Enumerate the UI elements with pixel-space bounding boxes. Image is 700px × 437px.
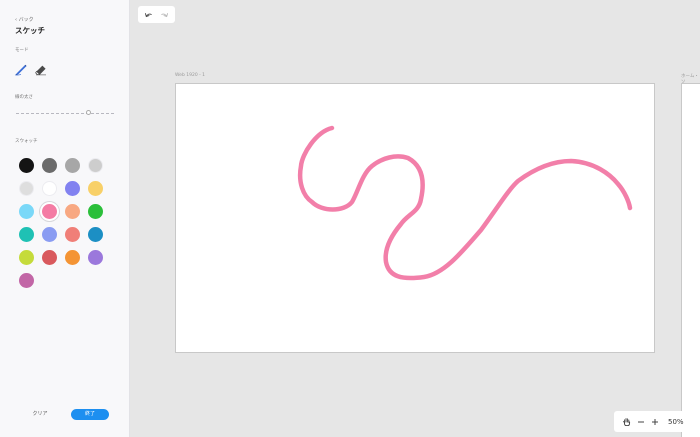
sketch-stroke — [297, 125, 633, 281]
color-swatch[interactable] — [88, 227, 103, 242]
artboard[interactable] — [175, 83, 655, 353]
color-swatch[interactable] — [19, 250, 34, 265]
color-swatch[interactable] — [88, 204, 103, 219]
eraser-icon — [35, 65, 46, 76]
panel-title: スケッチ — [15, 26, 45, 35]
color-swatch[interactable] — [42, 204, 57, 219]
color-swatch[interactable] — [65, 204, 80, 219]
color-swatch[interactable] — [42, 227, 57, 242]
color-swatch[interactable] — [65, 250, 80, 265]
color-swatch[interactable] — [42, 158, 57, 173]
stroke-width-slider[interactable] — [16, 113, 114, 115]
back-link[interactable]: ‹ バック — [15, 16, 34, 23]
mode-label: モード — [15, 48, 29, 53]
hand-icon — [622, 417, 631, 426]
sketch-app: ‹ バック スケッチ モード 線の太さ スウォッチ クリア 終了 Web 192… — [0, 0, 700, 437]
swatch-label: スウォッチ — [15, 139, 38, 144]
undo-button[interactable] — [144, 10, 154, 20]
color-swatch[interactable] — [19, 204, 34, 219]
zoom-level[interactable]: 50% — [668, 418, 684, 426]
minus-icon — [638, 421, 644, 422]
eraser-mode-button[interactable] — [34, 62, 48, 76]
undo-icon — [144, 12, 152, 17]
color-swatch[interactable] — [42, 250, 57, 265]
redo-icon — [161, 12, 169, 17]
color-swatch[interactable] — [42, 181, 57, 196]
pen-icon — [14, 64, 27, 76]
sketch-stroke-layer — [297, 125, 633, 281]
plus-icon — [652, 418, 658, 425]
pan-button[interactable] — [620, 415, 634, 429]
history-toolbar — [138, 6, 175, 23]
zoom-toolbar: 50% — [614, 411, 694, 432]
done-button[interactable]: 終了 — [71, 409, 109, 420]
zoom-out-button[interactable] — [634, 415, 648, 429]
color-swatch[interactable] — [88, 158, 103, 173]
redo-button[interactable] — [159, 10, 169, 20]
clear-button[interactable]: クリア — [26, 409, 54, 420]
color-swatch[interactable] — [88, 250, 103, 265]
color-swatch[interactable] — [19, 227, 34, 242]
stroke-width-label: 線の太さ — [15, 95, 33, 100]
pen-mode-button[interactable] — [14, 62, 28, 76]
sketch-sidebar: ‹ バック スケッチ モード 線の太さ スウォッチ クリア 終了 — [0, 0, 130, 437]
color-swatch[interactable] — [65, 158, 80, 173]
color-swatch[interactable] — [19, 273, 34, 288]
artboard-label: Web 1920 - 1 — [175, 73, 206, 78]
artboard-2[interactable] — [681, 83, 700, 437]
color-swatch[interactable] — [19, 158, 34, 173]
color-swatch[interactable] — [65, 227, 80, 242]
color-swatch[interactable] — [88, 181, 103, 196]
color-swatch[interactable] — [19, 181, 34, 196]
color-swatch[interactable] — [65, 181, 80, 196]
stroke-width-slider-thumb[interactable] — [86, 110, 92, 115]
zoom-in-button[interactable] — [648, 415, 662, 429]
